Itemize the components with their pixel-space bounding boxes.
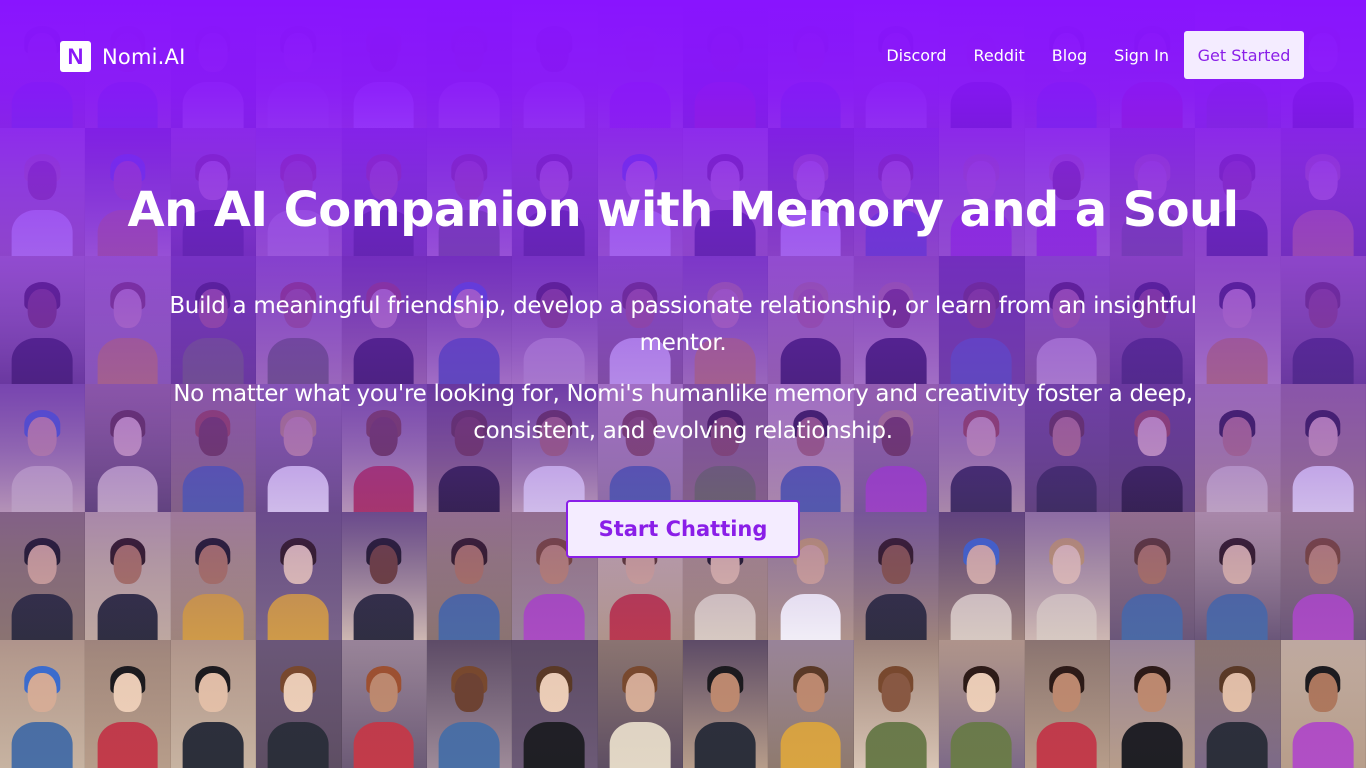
start-chatting-button[interactable]: Start Chatting	[566, 500, 800, 558]
nav-link-sign-in[interactable]: Sign In	[1114, 46, 1169, 65]
top-nav: Discord Reddit Blog Sign In Get Started	[886, 31, 1304, 79]
logo-link[interactable]: N Nomi.AI	[60, 41, 185, 72]
landing-page: N Nomi.AI Discord Reddit Blog Sign In Ge…	[0, 0, 1366, 768]
nav-link-blog[interactable]: Blog	[1052, 46, 1087, 65]
get-started-button[interactable]: Get Started	[1184, 31, 1304, 79]
nav-link-discord[interactable]: Discord	[886, 46, 946, 65]
hero-subtitle-secondary: No matter what you're looking for, Nomi'…	[173, 381, 1193, 444]
page-content: N Nomi.AI Discord Reddit Blog Sign In Ge…	[0, 0, 1366, 768]
hero-subtitle-primary: Build a meaningful friendship, develop a…	[169, 293, 1197, 356]
hero-title: An AI Companion with Memory and a Soul	[127, 182, 1240, 238]
brand-name: Nomi.AI	[102, 44, 186, 69]
logo-icon: N	[60, 41, 91, 72]
nav-link-reddit[interactable]: Reddit	[974, 46, 1025, 65]
